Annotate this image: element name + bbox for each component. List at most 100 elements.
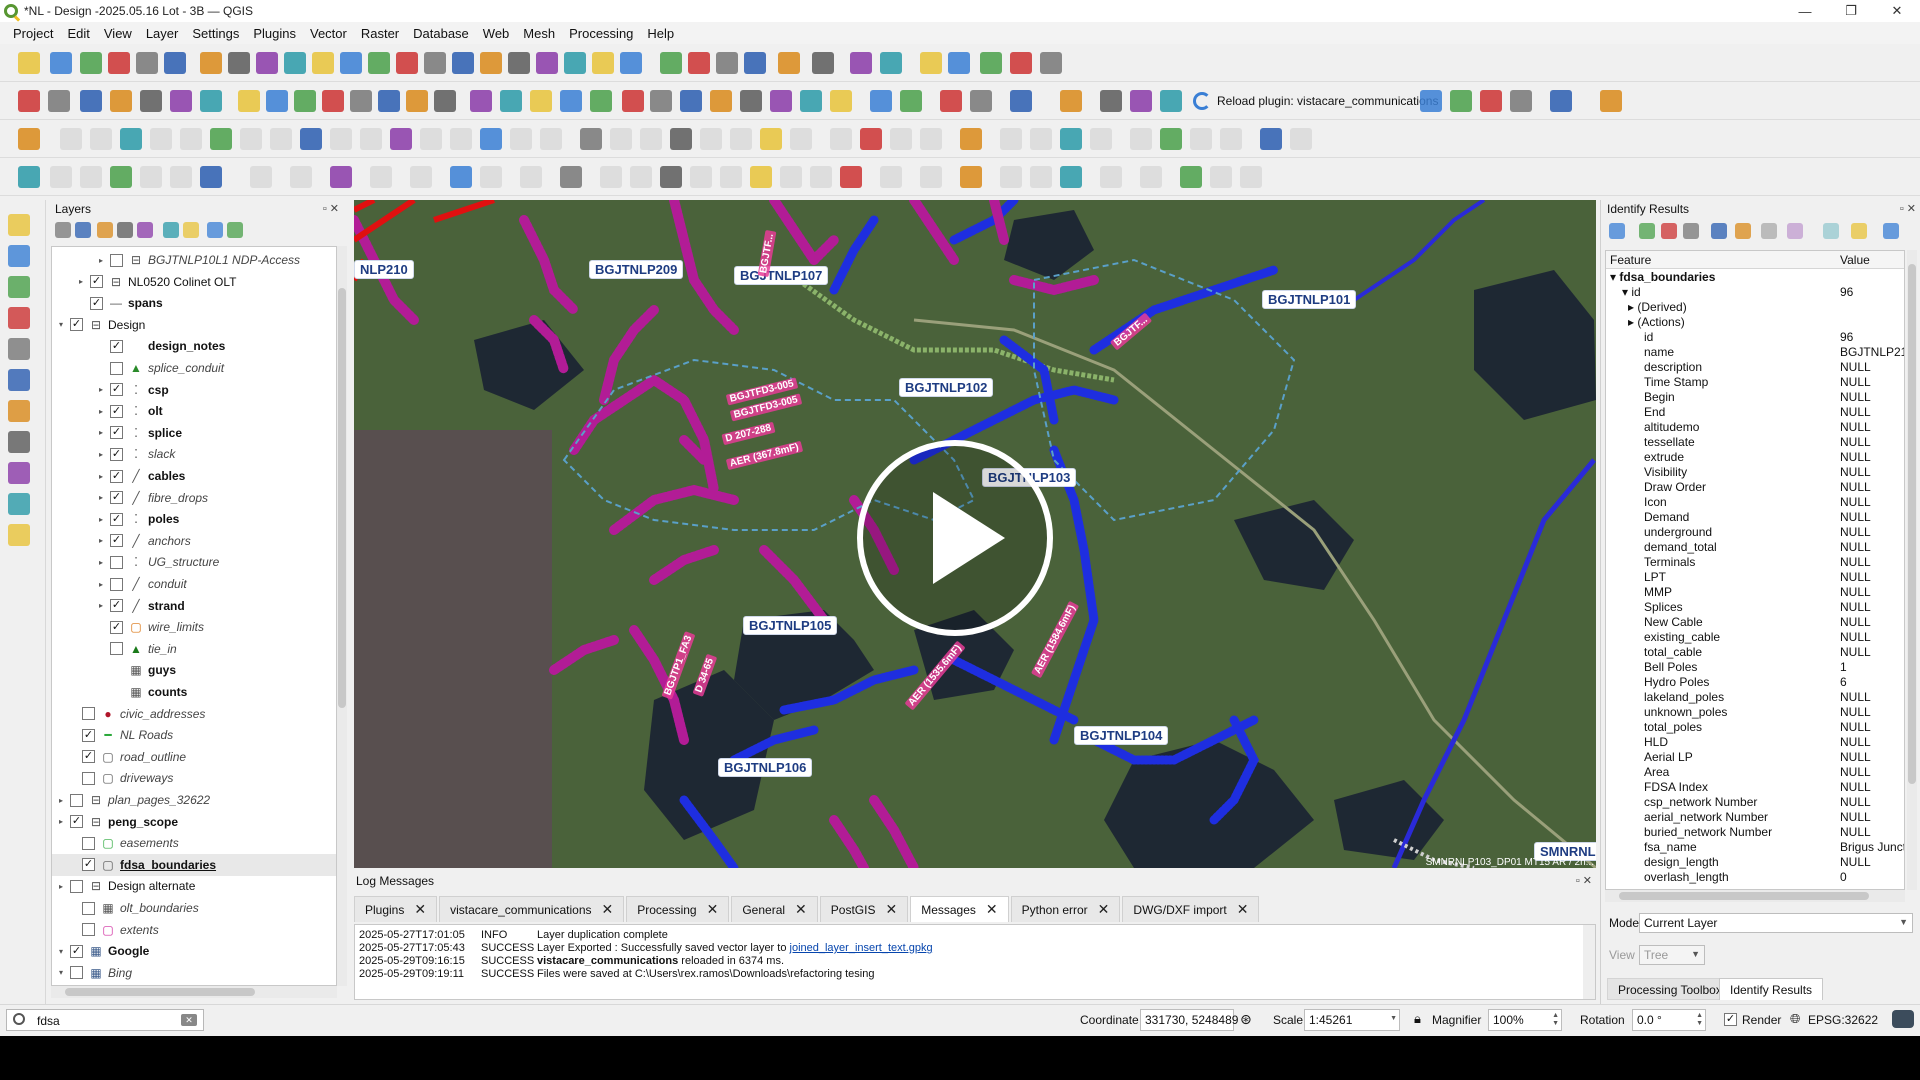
panel-float-close-icon[interactable]: ▫ ✕ xyxy=(323,202,339,215)
layer-visibility-checkbox[interactable]: ✓ xyxy=(110,534,123,548)
layers-tree[interactable]: ▸ ⊟ BGJTNLP10L1 NDP-Access ▸ ✓ ⊟ NL0520 Coline… xyxy=(51,246,337,986)
toolbar-tool-icon[interactable] xyxy=(1420,90,1442,112)
layer-visibility-checkbox[interactable] xyxy=(110,555,123,569)
toolbar-tool-icon[interactable] xyxy=(508,52,530,74)
layer-visibility-checkbox[interactable] xyxy=(110,577,123,591)
layer-row[interactable]: ✓ ▢ wire_limits xyxy=(52,616,336,638)
play-icon[interactable] xyxy=(857,440,1053,636)
panel-float-close-icon[interactable]: ▫ ✕ xyxy=(1576,874,1592,887)
toolbar-tool-icon[interactable] xyxy=(960,166,982,188)
close-tab-icon[interactable]: ✕ xyxy=(1098,901,1110,918)
mode-select[interactable]: Current Layer ▼ xyxy=(1639,913,1913,933)
toolbar-tool-icon[interactable] xyxy=(948,52,970,74)
toolbar-tool-icon[interactable] xyxy=(238,90,260,112)
toolbar-tool-icon[interactable] xyxy=(266,90,288,112)
toolbar-tool-icon[interactable] xyxy=(564,52,586,74)
toolbar-tool-icon[interactable] xyxy=(730,128,752,150)
toolbar-tool-icon[interactable] xyxy=(150,128,172,150)
toolbar-tool-icon[interactable] xyxy=(900,90,922,112)
toolbar-tool-icon[interactable] xyxy=(228,52,250,74)
toolbar-tool-icon[interactable] xyxy=(622,90,644,112)
identify-attribute-row[interactable]: Draw Order NULL xyxy=(1606,480,1904,495)
toolbar-tool-icon[interactable] xyxy=(920,52,942,74)
toolbar-tool-icon[interactable] xyxy=(434,90,456,112)
layers-tool-icon[interactable] xyxy=(55,222,71,238)
toolbar-tool-icon[interactable] xyxy=(630,166,652,188)
layer-row[interactable]: ▸ ✓ ⊟ peng_scope xyxy=(52,811,336,833)
layer-visibility-checkbox[interactable] xyxy=(82,707,95,721)
spin-arrows-icon[interactable]: ▲ ▼ xyxy=(1552,1012,1559,1028)
toolbar-tool-icon[interactable] xyxy=(210,128,232,150)
toolbar-tool-icon[interactable] xyxy=(200,90,222,112)
log-tab[interactable]: Processing ✕ xyxy=(626,896,730,922)
expand-arrow-icon[interactable]: ▸ xyxy=(96,256,106,265)
layer-visibility-checkbox[interactable] xyxy=(70,966,83,980)
toolbar-tool-icon[interactable] xyxy=(1220,128,1242,150)
layer-row[interactable]: ▢ easements xyxy=(52,832,336,854)
spin-arrows-icon[interactable]: ▲ ▼ xyxy=(1696,1012,1703,1028)
layer-row[interactable]: ▸ ✓ ╱ strand xyxy=(52,595,336,617)
identify-tool-icon[interactable] xyxy=(1661,223,1677,239)
layer-visibility-checkbox[interactable]: ✓ xyxy=(110,620,123,634)
layer-row[interactable]: ▦ guys xyxy=(52,659,336,681)
identify-tool-icon[interactable] xyxy=(1711,223,1727,239)
layer-row[interactable]: ▸ ⊟ plan_pages_32622 xyxy=(52,789,336,811)
identify-feature-row[interactable]: ▾ id 96 xyxy=(1606,285,1904,300)
identify-tool-icon[interactable] xyxy=(1787,223,1803,239)
toolbar-tool-icon[interactable] xyxy=(500,90,522,112)
toolbar-tool-icon[interactable] xyxy=(410,166,432,188)
close-tab-icon[interactable]: ✕ xyxy=(1237,901,1249,918)
layer-row[interactable]: ▸ ✓ ⊟ NL0520 Colinet OLT xyxy=(52,271,336,293)
toolbar-tool-icon[interactable] xyxy=(330,166,352,188)
toolbar-tool-icon[interactable] xyxy=(1550,90,1572,112)
layer-visibility-checkbox[interactable]: ✓ xyxy=(110,339,123,353)
identify-attribute-row[interactable]: Bell Poles 1 xyxy=(1606,660,1904,675)
log-tab[interactable]: vistacare_communications ✕ xyxy=(439,896,625,922)
layer-visibility-checkbox[interactable] xyxy=(70,879,83,893)
layer-row[interactable]: ▦ olt_boundaries xyxy=(52,897,336,919)
identify-attribute-row[interactable]: End NULL xyxy=(1606,405,1904,420)
toolbar-tool-icon[interactable] xyxy=(920,128,942,150)
magnifier-spinbox[interactable]: 100% ▲ ▼ xyxy=(1488,1009,1562,1031)
toolbar-tool-icon[interactable] xyxy=(136,52,158,74)
toolbar-tool-icon[interactable] xyxy=(790,128,812,150)
toolbar-tool-icon[interactable] xyxy=(870,90,892,112)
layer-visibility-checkbox[interactable]: ✓ xyxy=(110,469,123,483)
toolbar-tool-icon[interactable] xyxy=(250,166,272,188)
identify-attribute-row[interactable]: aerial_network Number NULL xyxy=(1606,810,1904,825)
layer-row[interactable]: ▲ tie_in xyxy=(52,638,336,660)
log-messages-text[interactable]: 2025-05-27T17:01:05 INFO Layer duplication… xyxy=(354,924,1596,1000)
expand-arrow-icon[interactable]: ▸ xyxy=(76,277,86,286)
toolbar-tool-icon[interactable] xyxy=(470,90,492,112)
collapse-arrow-icon[interactable]: ▾ xyxy=(56,947,66,956)
toolbar-tool-icon[interactable] xyxy=(940,90,962,112)
toolbar-tool-icon[interactable] xyxy=(1060,128,1082,150)
layer-row[interactable]: ▸ ✓ ⁚ poles xyxy=(52,508,336,530)
toolbar-tool-icon[interactable] xyxy=(880,52,902,74)
layer-row[interactable]: ● civic_addresses xyxy=(52,703,336,725)
layer-row[interactable]: ▸ ✓ ╱ fibre_drops xyxy=(52,487,336,509)
toolbar-tool-icon[interactable] xyxy=(170,166,192,188)
expand-arrow-icon[interactable]: ▸ xyxy=(96,407,106,416)
identify-attribute-row[interactable]: Demand NULL xyxy=(1606,510,1904,525)
toolbar-tool-icon[interactable] xyxy=(420,128,442,150)
toolbar-tool-icon[interactable] xyxy=(1030,128,1052,150)
layers-vertical-scrollbar[interactable] xyxy=(337,246,347,986)
identify-attribute-row[interactable]: FDSA Index NULL xyxy=(1606,780,1904,795)
close-tab-icon[interactable]: ✕ xyxy=(986,901,998,918)
log-tab[interactable]: Python error ✕ xyxy=(1010,896,1121,922)
toolbar-tool-icon[interactable] xyxy=(140,166,162,188)
toolbar-tool-icon[interactable] xyxy=(340,52,362,74)
minimize-button[interactable]: — xyxy=(1782,0,1828,22)
toolbar-tool-icon[interactable] xyxy=(1000,128,1022,150)
layer-visibility-checkbox[interactable] xyxy=(110,361,123,375)
add-layer-tool-icon[interactable] xyxy=(8,462,30,484)
identify-tool-icon[interactable] xyxy=(1683,223,1699,239)
toolbar-tool-icon[interactable] xyxy=(1450,90,1472,112)
toolbar-tool-icon[interactable] xyxy=(480,52,502,74)
layer-visibility-checkbox[interactable] xyxy=(82,836,95,850)
toolbar-tool-icon[interactable] xyxy=(240,128,262,150)
crs-button[interactable]: EPSG:32622 xyxy=(1808,1013,1878,1027)
identify-attribute-row[interactable]: buried_network Number NULL xyxy=(1606,825,1904,840)
layer-visibility-checkbox[interactable]: ✓ xyxy=(70,944,83,958)
